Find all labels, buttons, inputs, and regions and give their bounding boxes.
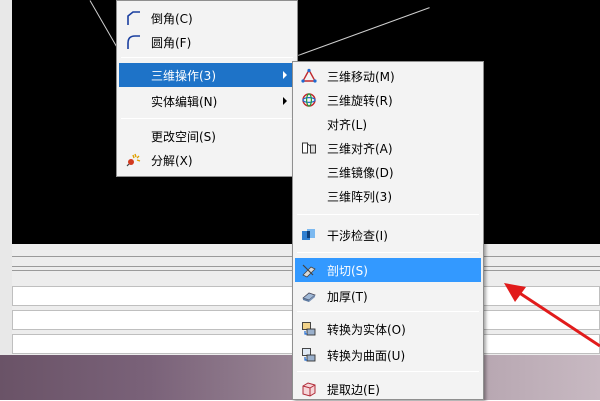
cad-window: 倒角(C) 圆角(F) 三维操作(3) 实体编辑(N) 更改空间(S) 分解(X… — [0, 0, 600, 400]
annotation-arrow-icon — [504, 283, 600, 348]
